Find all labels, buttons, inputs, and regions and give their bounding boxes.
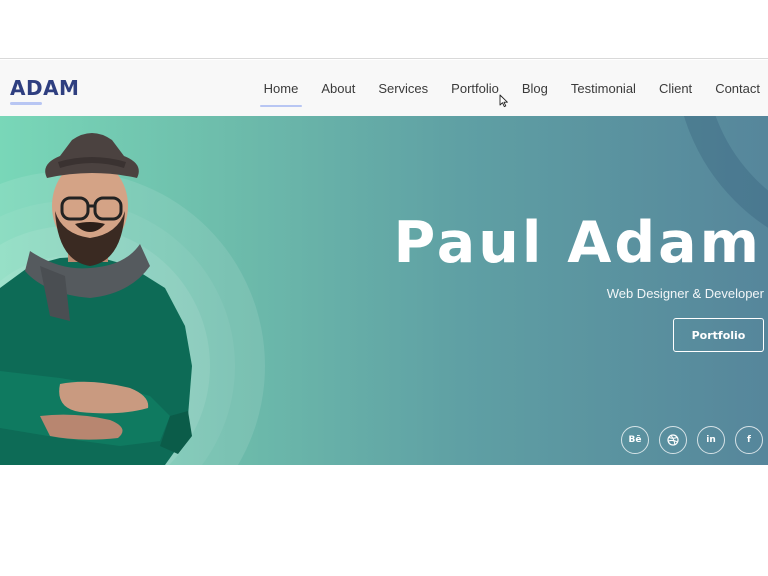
hero-name: Paul Adam xyxy=(393,210,762,276)
nav-item-services[interactable]: Services xyxy=(378,81,428,96)
dribbble-glyph xyxy=(667,434,679,446)
person-illustration xyxy=(0,133,192,465)
mouse-cursor-icon xyxy=(499,94,508,108)
dribbble-icon[interactable] xyxy=(659,426,687,454)
nav-item-portfolio[interactable]: Portfolio xyxy=(451,81,499,96)
portfolio-button[interactable]: Portfolio xyxy=(673,318,764,352)
facebook-icon[interactable]: f xyxy=(735,426,763,454)
site-logo[interactable]: ADAM xyxy=(10,76,79,100)
nav-item-client[interactable]: Client xyxy=(659,81,692,96)
nav-item-testimonial[interactable]: Testimonial xyxy=(571,81,636,96)
nav-item-home[interactable]: Home xyxy=(259,81,302,107)
navbar: ADAM Home About Services Portfolio Blog … xyxy=(0,60,768,116)
logo-underline xyxy=(10,102,42,105)
hero-section: Paul Adam Web Designer & Developer Portf… xyxy=(0,116,768,465)
linkedin-icon[interactable]: in xyxy=(697,426,725,454)
hero-role: Web Designer & Developer xyxy=(606,286,764,301)
nav-item-about[interactable]: About xyxy=(321,81,355,96)
nav-item-contact[interactable]: Contact xyxy=(715,81,760,96)
browser-top-area xyxy=(0,0,768,59)
behance-icon[interactable]: Bē xyxy=(621,426,649,454)
nav-item-blog[interactable]: Blog xyxy=(522,81,548,96)
